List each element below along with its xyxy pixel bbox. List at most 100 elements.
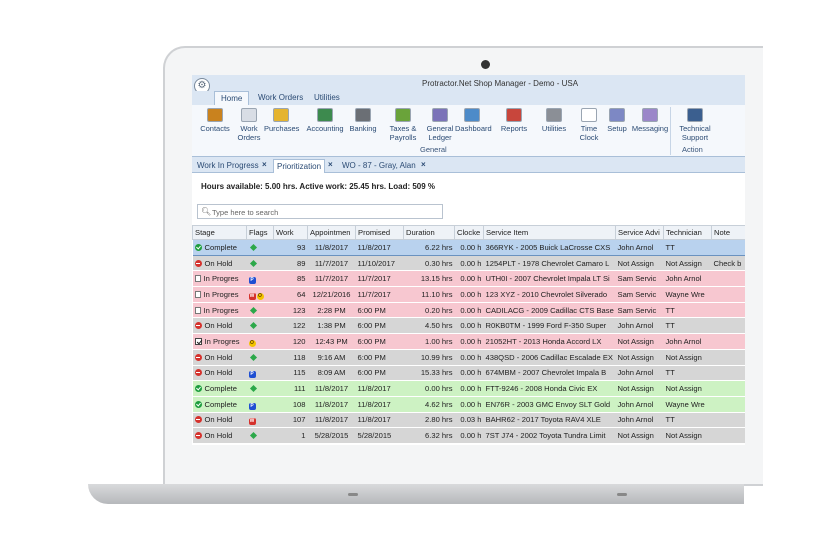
cell-promised: 11/7/2017 [355, 270, 404, 288]
work-orders-button[interactable]: Work Orders [232, 108, 266, 142]
table-row[interactable]: On Hold 89 11/7/2017 11/10/2017 0.30 hrs 0.00… [192, 255, 745, 272]
technical-support-button[interactable]: Technical Support [675, 108, 715, 142]
cell-text: John Arnol [665, 336, 702, 346]
complete-check-icon [194, 243, 202, 251]
setup-button[interactable]: Setup [600, 108, 634, 133]
cell-text: TT [665, 415, 675, 425]
table-row[interactable]: On Hold 122 1:38 PM 6:00 PM 4.50 hrs 0.00 h R0… [192, 317, 745, 335]
taxes-payrolls-button[interactable]: Taxes & Payrolls [386, 108, 420, 142]
column-header[interactable]: Service Item [483, 225, 616, 240]
table-row[interactable]: On Hold W 107 11/8/2017 11/8/2017 2.80 hrs 0.0… [192, 412, 745, 429]
general-ledger-icon [432, 108, 448, 122]
column-header[interactable]: Stage [192, 225, 247, 240]
blue-flag-icon: P [248, 371, 256, 379]
contacts-button[interactable]: Contacts [198, 108, 232, 133]
on-hold-icon [194, 416, 202, 424]
cell-note [711, 349, 745, 366]
cell-tech: John Arnol [663, 270, 712, 288]
messaging-button[interactable]: Messaging [630, 108, 670, 133]
cell-appt: 11/7/2017 [307, 255, 356, 272]
table-row[interactable]: Complete P 108 11/8/2017 11/8/2017 4.62 hrs 0.… [192, 396, 745, 413]
cell-appt: 11/8/2017 [307, 412, 356, 429]
close-icon[interactable]: × [421, 160, 426, 169]
column-header[interactable]: Technician [663, 225, 712, 240]
doc-tab-prioritization[interactable]: Prioritization [273, 159, 326, 173]
doc-tab-wo-87[interactable]: WO - 87 - Gray, Alan [339, 159, 419, 173]
cell-work: 89 [273, 255, 308, 272]
document-tab-bar: Work In Progress × Prioritization × WO -… [192, 157, 745, 173]
column-header[interactable]: Flags [246, 225, 274, 240]
cell-note [711, 239, 745, 256]
table-row[interactable]: In Progres P 85 11/7/2017 11/7/2017 13.15 hrs… [192, 270, 745, 288]
red-flag-icon: W [248, 418, 256, 426]
cell-advisor: John Arnol [615, 396, 664, 413]
cell-clocked: 0.03 h [454, 412, 484, 429]
cell-text: 4.50 hrs [425, 321, 453, 331]
accounting-button[interactable]: Accounting [305, 108, 345, 133]
tab-work-orders[interactable]: Work Orders [252, 91, 309, 105]
column-header[interactable]: Service Advi [615, 225, 664, 240]
ribbon-button-label: Purchases [264, 124, 300, 133]
cell-text: EN76R - 2003 GMC Envoy SLT Gold [485, 399, 611, 409]
column-header[interactable]: Promised [355, 225, 404, 240]
time-clock-icon [581, 108, 597, 122]
dashboard-icon [464, 108, 480, 122]
cell-text: 118 [293, 352, 306, 362]
cell-flags [246, 239, 274, 256]
cell-advisor: Not Assign [615, 427, 664, 444]
cell-tech: TT [663, 412, 712, 429]
cell-duration: 10.99 hrs [403, 349, 455, 366]
table-row[interactable]: On Hold P 115 8:09 AM 6:00 PM 15.33 hrs 0.00 h… [192, 365, 745, 382]
table-row[interactable]: Complete 93 11/8/2017 11/8/2017 6.22 hrs 0.00… [192, 239, 745, 256]
cell-text: 0.30 hrs [425, 258, 453, 268]
close-icon[interactable]: × [328, 160, 333, 169]
table-row[interactable]: Complete 111 11/8/2017 11/8/2017 0.00 hrs 0.0… [192, 380, 745, 397]
banking-button[interactable]: Banking [346, 108, 380, 133]
cell-promised: 6:00 PM [355, 333, 404, 350]
work-order-grid: Stage Flags Work Appointmen Promised Duration… [192, 225, 745, 444]
general-ledger-button[interactable]: General Ledger [420, 108, 460, 142]
cell-text: 0.00 h [460, 289, 482, 299]
column-header[interactable]: Note [711, 225, 745, 240]
column-header[interactable]: Work [273, 225, 308, 240]
doc-tab-work-in-progress[interactable]: Work In Progress [194, 159, 262, 173]
cell-work: 118 [273, 349, 308, 366]
tab-home[interactable]: Home [214, 91, 250, 105]
purchases-icon [273, 108, 289, 122]
search-box[interactable]: 🔍︎ [197, 204, 443, 219]
search-input[interactable] [212, 206, 440, 218]
cell-text: TT [665, 305, 675, 315]
cell-text: Not Assign [617, 336, 654, 346]
tab-utilities[interactable]: Utilities [308, 91, 346, 105]
column-header[interactable]: Duration [403, 225, 455, 240]
dashboard-button[interactable]: Dashboard [455, 108, 492, 133]
table-row[interactable]: In Progres 123 2:28 PM 6:00 PM 0.20 hrs 0.00 … [192, 302, 745, 319]
checkbox-icon [194, 337, 202, 345]
cell-text: 8:09 AM [317, 368, 346, 378]
cell-item: BAHR62 - 2017 Toyota RAV4 XLE [483, 412, 616, 429]
cell-text: 6:00 PM [357, 336, 386, 346]
cell-text: 7ST J74 - 2002 Toyota Tundra Limit [485, 431, 606, 441]
yellow-flag-icon: O [248, 339, 256, 347]
table-row[interactable]: On Hold 118 9:16 AM 6:00 PM 10.99 hrs 0.00 h4… [192, 349, 745, 366]
cell-work: 64 [273, 286, 308, 303]
cell-text: 122 [292, 321, 306, 331]
cell-text: 0.00 h [460, 431, 482, 441]
table-row[interactable]: On Hold 1 5/28/2015 5/28/2015 6.32 hrs 0.00 h… [192, 427, 745, 444]
close-icon[interactable]: × [262, 160, 267, 169]
cell-text: 12:43 PM [315, 336, 348, 346]
table-row[interactable]: In Progres O 120 12:43 PM 6:00 PM 1.00 hrs 0.0… [192, 333, 745, 350]
reports-button[interactable]: Reports [497, 108, 531, 133]
app-window: ⚙ Protractor.Net Shop Manager - Demo - U… [192, 75, 745, 445]
cell-text: On Hold [204, 258, 233, 268]
column-header[interactable]: Appointmen [307, 225, 356, 240]
cell-advisor: John Arnol [615, 239, 664, 256]
column-header[interactable]: Clocke [454, 225, 484, 240]
table-row[interactable]: In Progres W O 64 12/21/2016 11/7/2017 11.10 h… [192, 286, 745, 303]
cell-note [711, 412, 745, 429]
blue-flag-icon: P [248, 277, 256, 285]
cell-promised: 11/7/2017 [355, 286, 404, 303]
purchases-button[interactable]: Purchases [264, 108, 300, 133]
laptop-base-notch [348, 493, 358, 496]
utilities-button[interactable]: Utilities [537, 108, 571, 133]
